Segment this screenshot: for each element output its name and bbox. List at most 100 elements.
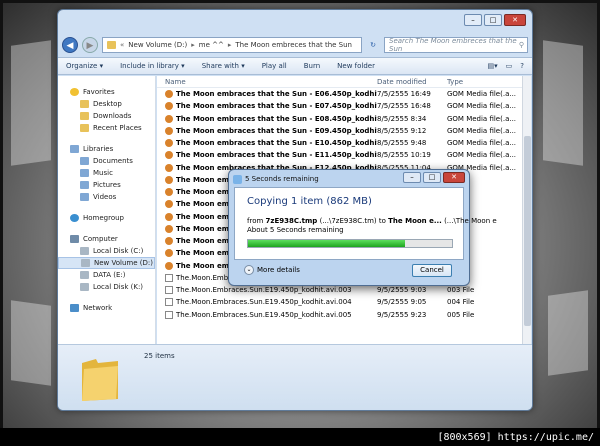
sidebar-item-new-volume-d[interactable]: New Volume (D:): [58, 257, 155, 269]
breadcrumb-item[interactable]: me ^^: [199, 41, 224, 49]
time-remaining: About 5 Seconds remaining: [247, 226, 344, 234]
back-button[interactable]: ◀: [62, 37, 78, 53]
file-row[interactable]: The Moon embraces that the Sun - E09.450…: [157, 125, 523, 137]
source-link[interactable]: 7zE938C.tmp: [266, 217, 318, 225]
sidebar-label: Documents: [93, 157, 133, 165]
search-placeholder: Search The Moon embreces that the Sun: [389, 37, 517, 53]
file-row[interactable]: The Moon embraces that the Sun - E07.450…: [157, 100, 523, 112]
scrollbar-thumb[interactable]: [524, 136, 531, 326]
gom-media-icon: [165, 200, 173, 209]
file-row[interactable]: The.Moon.Embraces.Sun.E19.450p_kodhit.av…: [157, 296, 523, 308]
sidebar-item-local-disk-k[interactable]: Local Disk (K:): [58, 281, 155, 293]
file-date: 8/5/2555 9:12: [377, 126, 427, 135]
forward-button[interactable]: ▶: [82, 37, 98, 53]
sidebar-label: Favorites: [83, 88, 115, 96]
folder-icon: [82, 359, 118, 401]
window-controls: – □ ✕: [464, 14, 526, 26]
share-with-button[interactable]: Share with ▾: [202, 62, 245, 70]
file-row[interactable]: The Moon embraces that the Sun - E11.450…: [157, 149, 523, 161]
gom-media-icon: [165, 249, 173, 258]
sidebar-label: Computer: [83, 235, 118, 243]
gom-media-icon: [165, 139, 173, 148]
new-folder-button[interactable]: New folder: [337, 62, 375, 70]
documents-icon: [80, 157, 89, 165]
cancel-button[interactable]: Cancel: [412, 263, 452, 277]
sidebar-label: Local Disk (K:): [93, 283, 144, 291]
sidebar-item-computer[interactable]: Computer: [58, 233, 155, 245]
sidebar-item-downloads[interactable]: Downloads: [58, 110, 155, 122]
minimize-button[interactable]: –: [403, 172, 421, 183]
close-button[interactable]: ✕: [443, 172, 465, 183]
gom-media-icon: [165, 151, 173, 160]
destination-path: (...\The Moon e: [444, 217, 497, 225]
desktop-icon: [80, 100, 89, 108]
downloads-icon: [80, 112, 89, 120]
organize-button[interactable]: Organize ▾: [66, 62, 103, 70]
sidebar-item-data-e[interactable]: DATA (E:): [58, 269, 155, 281]
sidebar-item-music[interactable]: Music: [58, 167, 155, 179]
file-type: GOM Media file(.a...: [447, 151, 517, 160]
file-date: 7/5/2555 16:49: [377, 90, 431, 99]
file-type: 005 File: [447, 310, 475, 319]
sidebar-label: Network: [83, 304, 113, 312]
file-date: 9/5/2555 9:03: [377, 286, 427, 295]
view-options-icon[interactable]: ▤▾: [488, 62, 498, 70]
sidebar-item-network[interactable]: Network: [58, 302, 155, 314]
preview-pane-icon[interactable]: ▭: [506, 62, 513, 70]
column-header-name[interactable]: Name: [157, 78, 377, 86]
breadcrumb-item[interactable]: The Moon embreces that the Sun: [235, 41, 352, 49]
address-row: ◀ ▶ « New Volume (D:) ▸ me ^^ ▸ The Moon…: [62, 35, 528, 55]
sidebar-item-desktop[interactable]: Desktop: [58, 98, 155, 110]
sidebar-item-documents[interactable]: Documents: [58, 155, 155, 167]
file-row[interactable]: The.Moon.Embraces.Sun.E19.450p_kodhit.av…: [157, 309, 523, 321]
drive-icon: [80, 283, 89, 291]
file-type: GOM Media file(.a...: [447, 114, 517, 123]
file-row[interactable]: The Moon embraces that the Sun - E10.450…: [157, 137, 523, 149]
close-button[interactable]: ✕: [504, 14, 526, 26]
more-details-toggle[interactable]: ⌄ More details: [244, 265, 300, 275]
gom-media-icon: [165, 261, 173, 270]
folder-icon: [107, 41, 116, 49]
videos-icon: [80, 193, 89, 201]
sidebar-item-recent-places[interactable]: Recent Places: [58, 122, 155, 134]
chevron-down-icon: ⌄: [244, 265, 254, 275]
vertical-scrollbar[interactable]: [522, 76, 531, 346]
sidebar-item-local-disk-c[interactable]: Local Disk (C:): [58, 245, 155, 257]
file-icon: [165, 286, 173, 295]
progress-bar: [247, 239, 453, 248]
sidebar-item-pictures[interactable]: Pictures: [58, 179, 155, 191]
play-all-button[interactable]: Play all: [262, 62, 287, 70]
gom-media-icon: [165, 114, 173, 123]
gom-media-icon: [165, 175, 173, 184]
sidebar-label: Pictures: [93, 181, 121, 189]
minimize-button[interactable]: –: [464, 14, 482, 26]
burn-button[interactable]: Burn: [304, 62, 320, 70]
column-headers: Name Date modified Type: [157, 76, 523, 88]
sidebar-item-favorites[interactable]: Favorites: [58, 86, 155, 98]
chevron-right-icon: «: [120, 41, 125, 49]
column-header-date[interactable]: Date modified: [377, 78, 447, 86]
chevron-right-icon: ▸: [227, 41, 232, 49]
search-input[interactable]: Search The Moon embreces that the Sun ⚲: [384, 37, 528, 53]
destination-link[interactable]: The Moon e...: [388, 217, 442, 225]
file-type: 003 File: [447, 286, 475, 295]
address-bar[interactable]: « New Volume (D:) ▸ me ^^ ▸ The Moon emb…: [102, 37, 362, 53]
sidebar-item-libraries[interactable]: Libraries: [58, 143, 155, 155]
recent-places-icon: [80, 124, 89, 132]
file-row[interactable]: The Moon embraces that the Sun - E06.450…: [157, 88, 523, 100]
libraries-icon: [70, 145, 79, 153]
maximize-button[interactable]: □: [484, 14, 502, 26]
file-name: The.Moon.Embraces.Sun.E19.450p_kodhit.av…: [176, 298, 352, 307]
gom-media-icon: [165, 224, 173, 233]
source-path: (...\7zE938C.tm): [319, 217, 377, 225]
sidebar-label: DATA (E:): [93, 271, 126, 279]
include-in-library-button[interactable]: Include in library ▾: [120, 62, 185, 70]
refresh-icon[interactable]: ↻: [366, 41, 380, 49]
sidebar-item-videos[interactable]: Videos: [58, 191, 155, 203]
sidebar-item-homegroup[interactable]: Homegroup: [58, 212, 155, 224]
file-row[interactable]: The Moon embraces that the Sun - E08.450…: [157, 113, 523, 125]
breadcrumb-item[interactable]: New Volume (D:): [128, 41, 187, 49]
help-icon[interactable]: ?: [520, 62, 524, 70]
column-header-type[interactable]: Type: [447, 78, 523, 86]
maximize-button[interactable]: □: [423, 172, 441, 183]
